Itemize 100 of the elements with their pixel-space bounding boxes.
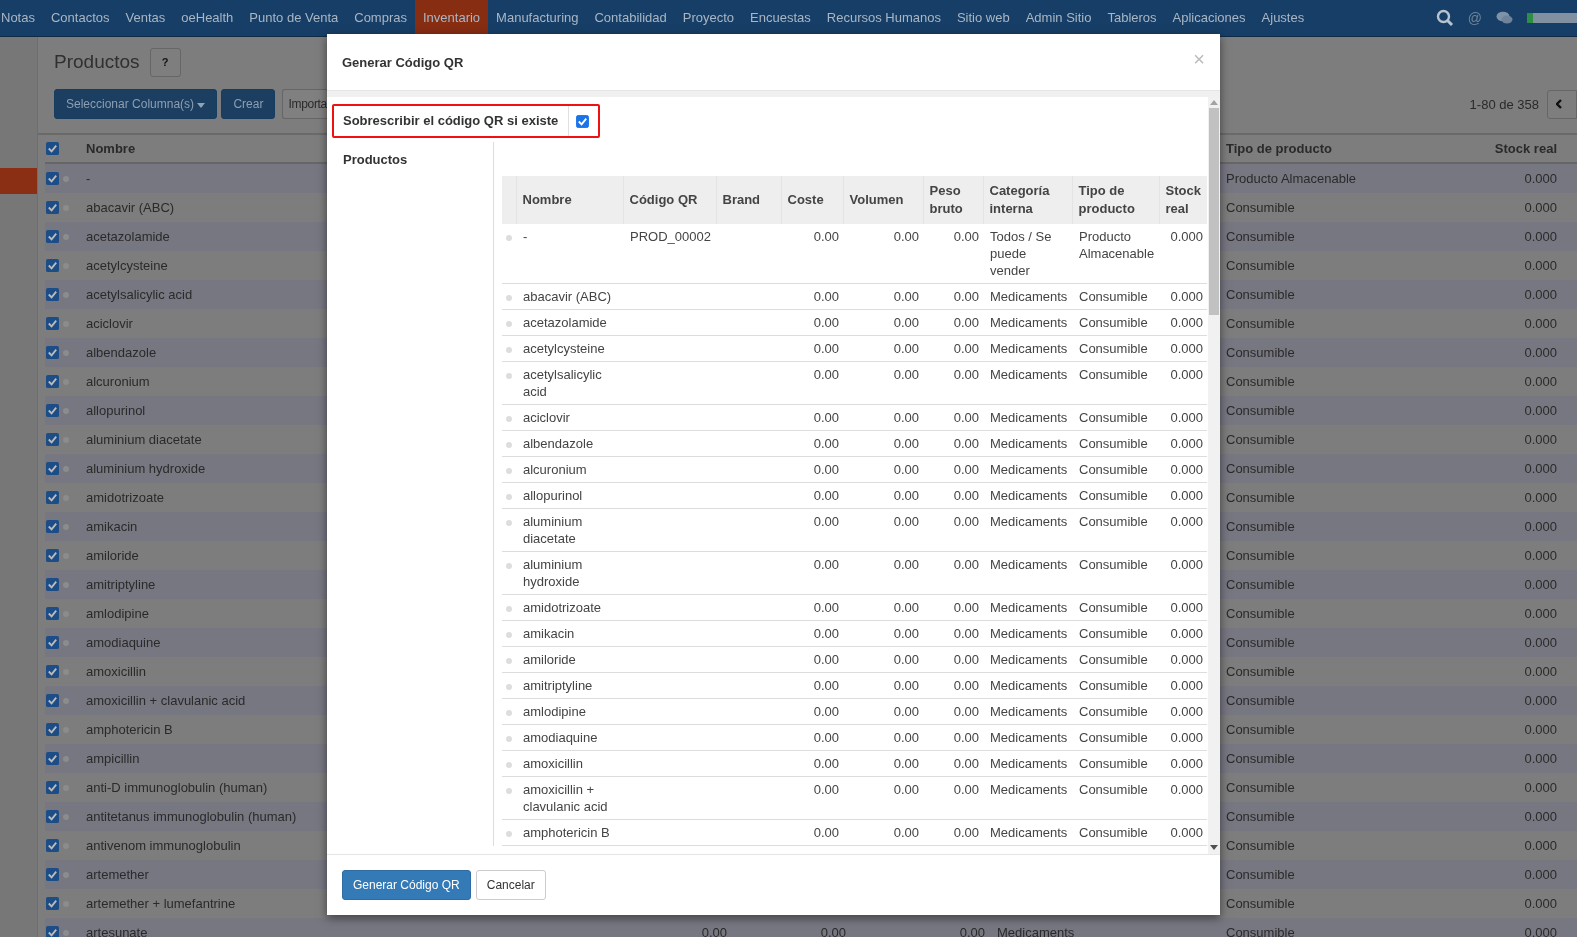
table-cell: 0.00 xyxy=(893,462,919,477)
table-cell: 0.00 xyxy=(813,289,839,304)
menu-item[interactable]: Punto de Venta xyxy=(241,0,347,36)
checkbox[interactable] xyxy=(45,520,59,533)
menu-item[interactable]: oeHealth xyxy=(173,0,242,36)
checkbox[interactable] xyxy=(45,259,59,272)
table-cell: 0.000 xyxy=(1170,678,1203,693)
menu-item[interactable]: Notas xyxy=(0,0,43,36)
import-button[interactable]: Importa xyxy=(282,89,327,119)
checkbox[interactable] xyxy=(45,201,59,214)
handle-icon xyxy=(506,684,512,690)
table-cell: alcuronium xyxy=(523,462,587,477)
chevron-left-icon xyxy=(1556,99,1562,109)
table-cell: amikacin xyxy=(523,626,575,641)
table-cell-text: amodiaquine xyxy=(85,635,162,650)
table-cell: 0.00 xyxy=(953,730,979,745)
checkbox[interactable] xyxy=(45,346,59,359)
table-cell: Consumible xyxy=(1079,730,1148,745)
menu-item[interactable]: Recursos Humanos xyxy=(818,0,949,36)
table-cell: Producto Almacenable xyxy=(1079,229,1155,261)
menu-item[interactable]: Manufacturing xyxy=(488,0,587,36)
checkbox[interactable] xyxy=(45,781,59,794)
checkbox[interactable] xyxy=(45,868,59,881)
menu-item[interactable]: Ventas xyxy=(117,0,174,36)
checkbox[interactable] xyxy=(45,839,59,852)
checkbox[interactable] xyxy=(45,549,59,562)
table-cell: Consumible xyxy=(1079,704,1148,719)
menu-item[interactable]: Inventario xyxy=(415,0,489,36)
checkbox[interactable] xyxy=(45,607,59,620)
table-cell: 0.000 xyxy=(1170,626,1203,641)
mention-icon[interactable]: @ xyxy=(1467,10,1482,26)
menu-item[interactable]: Admin Sitio xyxy=(1017,0,1100,36)
checkbox[interactable] xyxy=(45,694,59,707)
checkbox[interactable] xyxy=(45,491,59,504)
table-cell: Consumible xyxy=(1079,652,1148,667)
table-cell: amlodipine xyxy=(523,704,586,719)
generate-button[interactable]: Generar Código QR xyxy=(342,870,471,900)
scroll-down-icon[interactable] xyxy=(1210,845,1218,850)
checkbox[interactable] xyxy=(45,172,59,185)
checkbox[interactable] xyxy=(45,723,59,736)
status-icon[interactable] xyxy=(1527,12,1577,24)
menu-item[interactable]: Aplicaciones xyxy=(1164,0,1254,36)
help-button[interactable]: ? xyxy=(149,47,181,77)
checkbox[interactable] xyxy=(45,810,59,823)
menu-item[interactable]: Contactos xyxy=(42,0,118,36)
checkbox[interactable] xyxy=(45,926,59,937)
checkbox[interactable] xyxy=(45,288,59,301)
table-cell-text: Consumible xyxy=(1226,461,1296,476)
checkbox[interactable] xyxy=(45,230,59,243)
create-button[interactable]: Crear xyxy=(221,89,276,119)
table-cell: 0.00 xyxy=(813,514,839,529)
table-cell: 0.00 xyxy=(813,626,839,641)
checkbox[interactable] xyxy=(45,752,59,765)
menu-item[interactable]: Sitio web xyxy=(948,0,1018,36)
cancel-button[interactable]: Cancelar xyxy=(475,870,546,900)
table-cell-text: anti-D immunoglobulin (human) xyxy=(85,780,269,795)
table-cell-text: artesunate xyxy=(85,925,149,937)
column-header[interactable]: Nombre xyxy=(73,141,326,156)
table-cell: Consumible xyxy=(1079,514,1148,529)
checkbox[interactable] xyxy=(45,462,59,475)
table-cell: 0.00 xyxy=(953,229,979,244)
table-cell-text: 0.000 xyxy=(1523,896,1557,911)
menu-item[interactable]: Encuestas xyxy=(742,0,819,36)
search-icon[interactable] xyxy=(1435,9,1454,27)
handle-icon xyxy=(506,321,512,327)
table-cell-text: Consumible xyxy=(1226,519,1296,534)
chat-icon[interactable] xyxy=(1496,11,1513,25)
menu-item[interactable]: Contabilidad xyxy=(586,0,675,36)
previous-page-button[interactable] xyxy=(1547,89,1577,119)
table-cell-text: artemether + lumefantrine xyxy=(85,896,237,911)
scrollbar[interactable] xyxy=(1208,97,1220,854)
table-cell: Consumible xyxy=(1079,315,1148,330)
table-cell: amphotericin B xyxy=(523,825,610,840)
checkbox[interactable] xyxy=(45,375,59,388)
checkbox[interactable] xyxy=(45,404,59,417)
menu-item[interactable]: Ajustes xyxy=(1253,0,1313,36)
table-cell: 0.00 xyxy=(953,652,979,667)
handle-icon xyxy=(506,373,512,379)
checkbox[interactable] xyxy=(45,433,59,446)
select-columns-button[interactable]: Seleccionar Columna(s) xyxy=(54,89,218,119)
checkbox[interactable] xyxy=(576,114,590,128)
checkbox[interactable] xyxy=(45,665,59,678)
scroll-thumb[interactable] xyxy=(1209,108,1219,315)
checkbox[interactable] xyxy=(45,897,59,910)
table-cell: 0.00 xyxy=(953,410,979,425)
checkbox[interactable] xyxy=(45,636,59,649)
handle-icon xyxy=(506,762,512,768)
column-header[interactable]: Tipo de producto xyxy=(1226,141,1430,156)
menu-item[interactable]: Proyecto xyxy=(674,0,743,36)
table-cell: 0.000 xyxy=(1170,730,1203,745)
table-cell: 0.00 xyxy=(893,626,919,641)
table-cell: 0.00 xyxy=(813,229,839,244)
menu-item[interactable]: Compras xyxy=(346,0,415,36)
checkbox[interactable] xyxy=(45,578,59,591)
table-cell-text: alcuronium xyxy=(85,374,151,389)
column-header[interactable]: Stock real xyxy=(1430,141,1557,156)
field-label: Sobrescribir el código QR si existe xyxy=(334,106,570,136)
checkbox[interactable] xyxy=(45,142,59,155)
menu-item[interactable]: Tableros xyxy=(1099,0,1165,36)
checkbox[interactable] xyxy=(45,317,59,330)
